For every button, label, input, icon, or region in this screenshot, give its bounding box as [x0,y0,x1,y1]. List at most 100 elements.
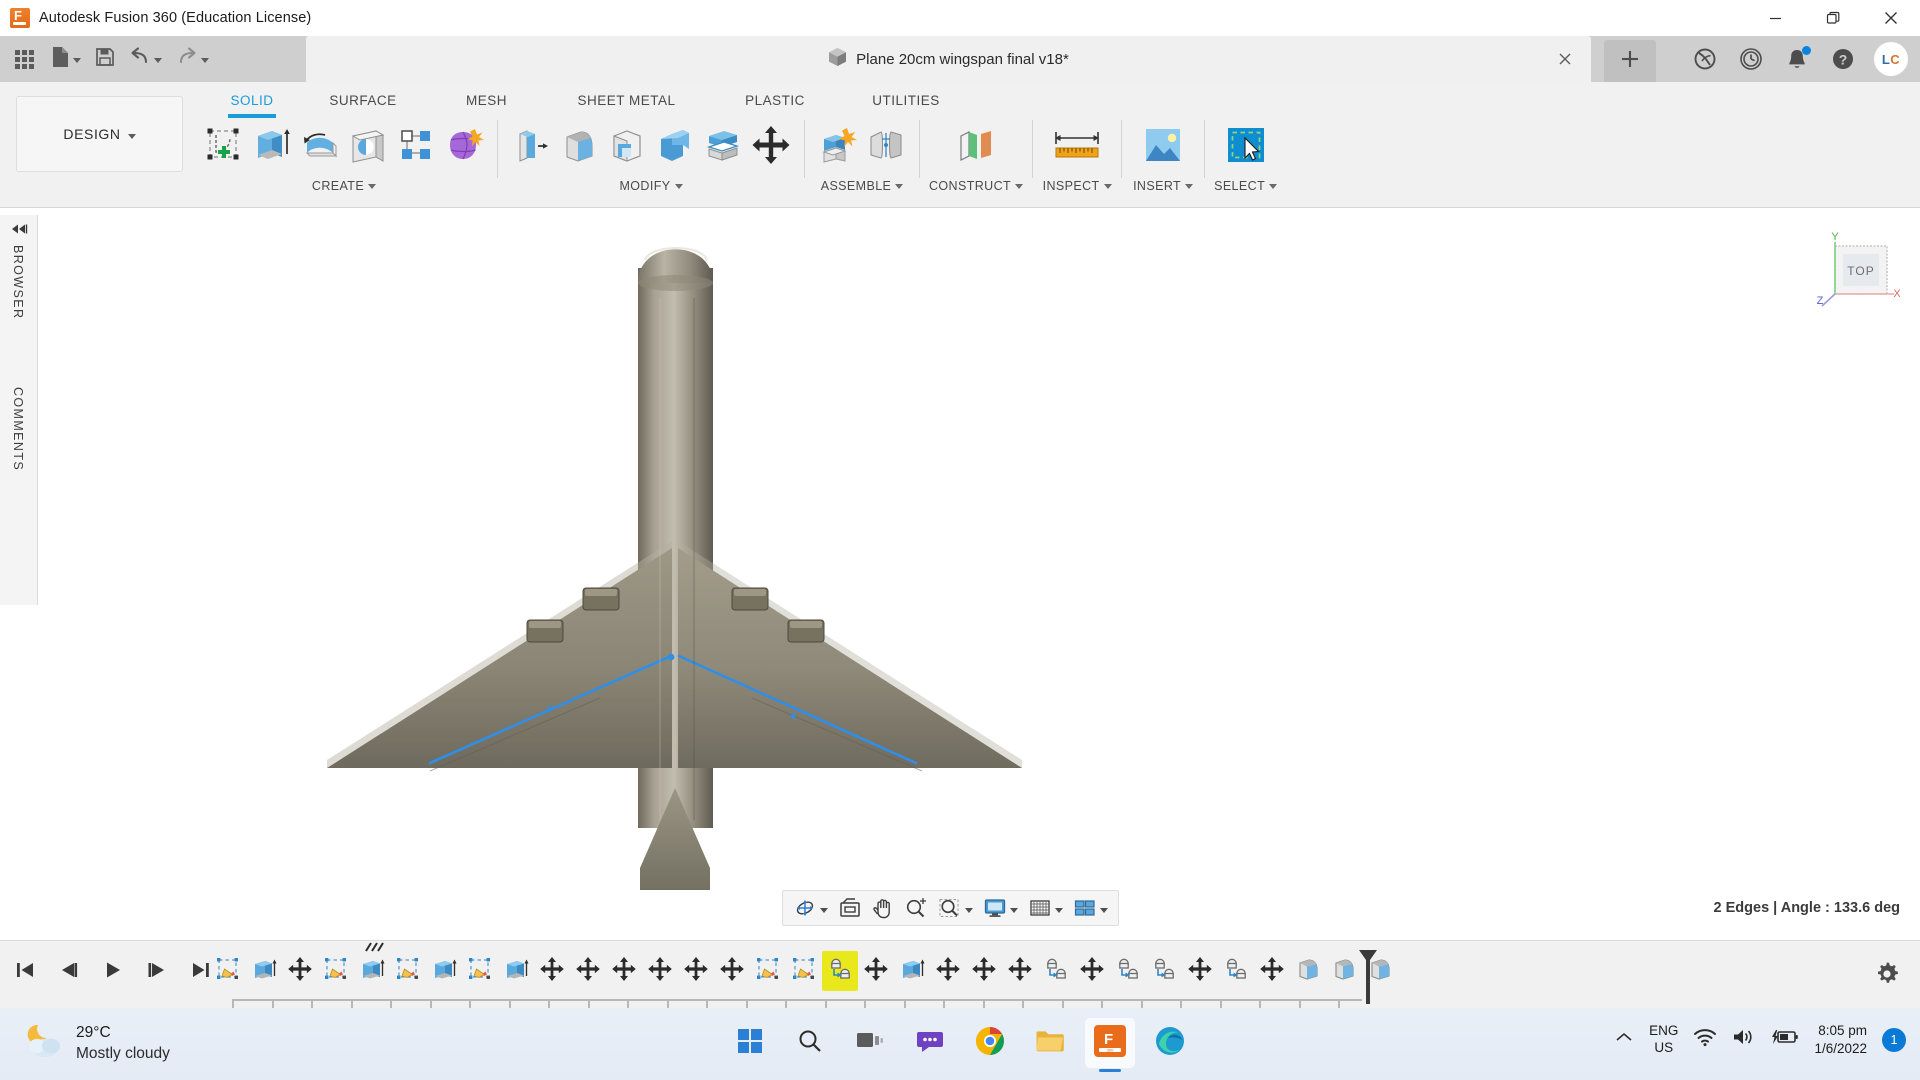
tab-utilities[interactable]: UTILITIES [841,85,971,114]
timeline-feature-17[interactable] [822,951,858,991]
go-to-beginning-button[interactable] [10,955,40,985]
extensions-icon[interactable] [1690,44,1720,74]
timeline-feature-12[interactable] [642,951,678,991]
browser-panel-label[interactable]: BROWSER [11,245,25,319]
pattern-icon[interactable] [392,117,440,173]
revolve-icon[interactable] [296,117,344,173]
minimize-button[interactable] [1746,0,1804,36]
step-back-button[interactable] [54,955,84,985]
job-status-clock-icon[interactable] [1736,44,1766,74]
view-cube[interactable]: TOP Y X Z [1810,231,1902,317]
workspace-selector[interactable]: DESIGN [16,96,183,172]
search-button[interactable] [785,1018,835,1068]
timeline-feature-7[interactable] [462,951,498,991]
play-button[interactable] [98,955,128,985]
construct-panel-label[interactable]: CONSTRUCT [929,179,1024,193]
extrude-icon[interactable] [248,117,296,173]
combine-icon[interactable] [651,117,699,173]
sweep-icon[interactable] [344,117,392,173]
battery-charging-icon[interactable] [1771,1028,1799,1051]
tab-solid[interactable]: SOLID [207,85,297,114]
document-tab-close-button[interactable] [1555,49,1575,69]
language-indicator[interactable]: ENG US [1649,1023,1678,1057]
create-panel-label[interactable]: CREATE [312,179,377,193]
close-button[interactable] [1862,0,1920,36]
fillet-icon[interactable] [555,117,603,173]
maximize-button[interactable] [1804,0,1862,36]
zoom-magnifier-icon[interactable] [899,892,933,924]
timeline-feature-30[interactable] [1290,951,1326,991]
select-panel-label[interactable]: SELECT [1214,179,1278,193]
timeline-feature-6[interactable] [426,951,462,991]
undo-button[interactable] [122,36,169,82]
task-view-button[interactable] [845,1018,895,1068]
timeline-feature-28[interactable] [1218,951,1254,991]
notification-count-badge[interactable]: 1 [1882,1027,1906,1052]
timeline-feature-track[interactable] [210,942,1398,991]
inspect-panel-label[interactable]: INSPECT [1043,179,1112,193]
insert-panel-label[interactable]: INSERT [1133,179,1194,193]
timeline-feature-21[interactable] [966,951,1002,991]
fusion360-taskbar-button[interactable]: F 360 [1085,1018,1135,1072]
create-sketch-icon[interactable] [200,117,248,173]
timeline-feature-22[interactable] [1002,951,1038,991]
timeline-feature-1[interactable] [246,951,282,991]
form-icon[interactable] [440,117,488,173]
new-file-button[interactable] [44,36,88,82]
new-tab-button[interactable] [1604,40,1656,82]
timeline-feature-27[interactable] [1182,951,1218,991]
comments-panel-label[interactable]: COMMENTS [11,387,25,471]
start-button[interactable] [725,1018,775,1068]
timeline-end-marker[interactable] [1355,948,1381,1011]
timeline-feature-8[interactable] [498,951,534,991]
save-button[interactable] [88,36,122,82]
timeline-feature-19[interactable] [894,951,930,991]
file-explorer-button[interactable] [1025,1018,1075,1068]
timeline-feature-25[interactable] [1110,951,1146,991]
wifi-icon[interactable] [1693,1027,1717,1052]
new-component-icon[interactable] [814,117,862,173]
notifications-bell-icon[interactable] [1782,44,1812,74]
speaker-icon[interactable] [1732,1027,1756,1052]
shell-icon[interactable] [603,117,651,173]
edge-button[interactable] [1145,1018,1195,1068]
viewport-canvas[interactable] [0,208,1920,1001]
timeline-feature-10[interactable] [570,951,606,991]
viewports-icon[interactable] [1068,892,1113,924]
zoom-window-icon[interactable] [933,892,978,924]
timeline-feature-13[interactable] [678,951,714,991]
chevron-up-icon[interactable] [1614,1030,1634,1049]
timeline-feature-0[interactable] [210,951,246,991]
tab-plastic[interactable]: PLASTIC [709,85,841,114]
timeline-feature-2[interactable] [282,951,318,991]
timeline-feature-20[interactable] [930,951,966,991]
app-grid-button[interactable] [6,36,44,82]
timeline-feature-23[interactable] [1038,951,1074,991]
tab-surface[interactable]: SURFACE [297,85,429,114]
look-at-icon[interactable] [833,892,867,924]
modify-panel-label[interactable]: MODIFY [619,179,683,193]
timeline-feature-11[interactable] [606,951,642,991]
document-tab[interactable]: Plane 20cm wingspan final v18* [306,36,1591,82]
redo-button[interactable] [169,36,216,82]
pan-hand-icon[interactable] [867,892,899,924]
measure-ruler-icon[interactable] [1042,117,1112,173]
timeline-feature-4[interactable] [354,942,390,991]
taskbar-weather-widget[interactable]: 29°C Mostly cloudy [22,1022,170,1065]
timeline-feature-9[interactable] [534,951,570,991]
timeline-feature-15[interactable] [750,951,786,991]
help-question-icon[interactable]: ? [1828,44,1858,74]
timeline-feature-26[interactable] [1146,951,1182,991]
chrome-button[interactable] [965,1018,1015,1068]
display-settings-icon[interactable] [978,892,1023,924]
timeline-settings-button[interactable] [1872,959,1902,994]
move-copy-icon[interactable] [747,117,795,173]
offset-plane-icon[interactable] [945,117,1007,173]
press-pull-icon[interactable] [507,117,555,173]
timeline-feature-5[interactable] [390,951,426,991]
tab-mesh[interactable]: MESH [429,85,544,114]
user-avatar[interactable]: LC [1874,42,1908,76]
assemble-panel-label[interactable]: ASSEMBLE [821,179,904,193]
tab-sheet-metal[interactable]: SHEET METAL [544,85,709,114]
chat-button[interactable] [905,1018,955,1068]
